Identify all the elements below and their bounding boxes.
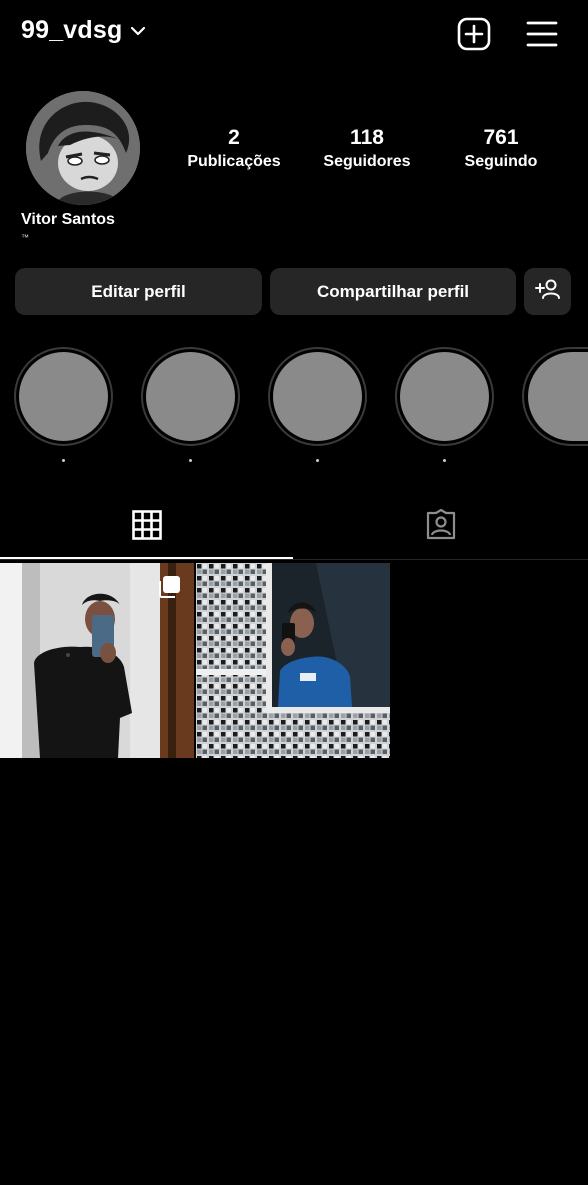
posts-count[interactable]: 2 Publicações xyxy=(169,125,299,173)
stat-label: Seguidores xyxy=(323,153,411,170)
stat-label: Seguindo xyxy=(464,153,538,170)
following-count[interactable]: 761 Seguindo xyxy=(436,125,566,173)
add-post-icon[interactable] xyxy=(456,16,492,52)
hamburger-menu-icon[interactable] xyxy=(524,16,560,52)
chevron-down-icon xyxy=(130,23,146,41)
highlight-label xyxy=(189,459,192,462)
tab-divider xyxy=(0,559,588,560)
highlight-cover xyxy=(146,352,235,441)
share-profile-button[interactable]: Compartilhar perfil xyxy=(270,268,516,315)
avatar[interactable] xyxy=(26,91,140,205)
story-highlight[interactable] xyxy=(522,347,588,446)
username: 99_vdsg xyxy=(21,16,123,44)
top-bar: 99_vdsg xyxy=(0,0,588,68)
highlight-label xyxy=(443,459,446,462)
grid-icon xyxy=(131,509,162,545)
add-person-icon xyxy=(534,278,561,305)
highlight-cover xyxy=(19,352,108,441)
highlight-cover xyxy=(400,352,489,441)
tab-posts-grid[interactable] xyxy=(0,497,293,557)
tab-tagged[interactable] xyxy=(294,497,587,557)
tagged-icon xyxy=(425,508,457,546)
story-highlight[interactable] xyxy=(268,347,367,446)
story-highlight[interactable] xyxy=(14,347,113,446)
highlight-label xyxy=(316,459,319,462)
stat-value: 761 xyxy=(483,126,519,149)
account-switcher[interactable]: 99_vdsg xyxy=(21,16,146,45)
highlight-label xyxy=(62,459,65,462)
full-name: Vitor Santos xyxy=(21,211,115,228)
discover-people-button[interactable] xyxy=(524,268,571,315)
edit-profile-button[interactable]: Editar perfil xyxy=(15,268,262,315)
highlight-cover xyxy=(273,352,362,441)
story-highlight[interactable] xyxy=(395,347,494,446)
story-highlight[interactable] xyxy=(141,347,240,446)
followers-count[interactable]: 118 Seguidores xyxy=(302,125,432,173)
stat-value: 118 xyxy=(350,126,384,149)
post-thumbnail[interactable] xyxy=(0,563,194,758)
highlight-cover xyxy=(528,352,588,441)
stat-value: 2 xyxy=(228,126,240,149)
stat-label: Publicações xyxy=(187,153,281,170)
bio: ™ xyxy=(21,233,29,242)
multiple-photos-icon xyxy=(158,575,182,604)
post-thumbnail[interactable] xyxy=(196,563,390,758)
